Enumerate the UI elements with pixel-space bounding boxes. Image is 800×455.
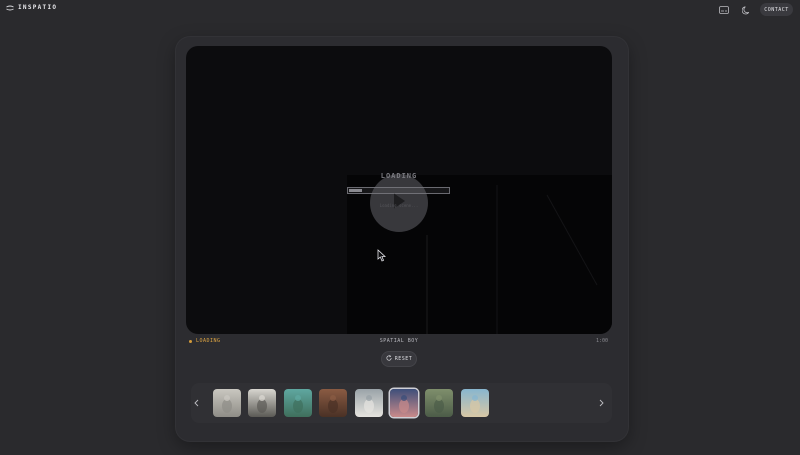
loading-subtitle: Loading scene...	[379, 203, 419, 208]
reset-icon	[386, 355, 392, 363]
contact-button[interactable]: CONTACT	[760, 3, 793, 16]
video-player[interactable]: LOADING Loading scene...	[186, 46, 612, 334]
scene-thumbnail[interactable]	[355, 389, 383, 417]
reset-button[interactable]: RESET	[382, 352, 416, 366]
time-code: 1:00	[595, 338, 608, 344]
brand[interactable]: INSPATIO	[6, 4, 57, 11]
mouse-cursor-icon	[377, 247, 387, 266]
scene-thumbnail[interactable]	[461, 389, 489, 417]
subtitles-icon[interactable]	[718, 4, 730, 16]
reset-label: RESET	[394, 356, 413, 362]
scene-thumbnail[interactable]	[284, 389, 312, 417]
scene-thumbnail[interactable]	[425, 389, 453, 417]
status-row: LOADING SPATIAL BOY 1:00	[186, 338, 612, 346]
moon-icon[interactable]	[740, 4, 752, 16]
logo-icon	[6, 5, 14, 11]
top-bar: INSPATIO CONTACT	[0, 0, 800, 20]
scene-thumbnail[interactable]	[319, 389, 347, 417]
scene-thumbnail[interactable]	[213, 389, 241, 417]
scene-title: SPATIAL BOY	[379, 338, 419, 344]
chevron-left-icon[interactable]	[192, 396, 200, 410]
chevron-right-icon[interactable]	[597, 396, 605, 410]
loading-progress-fill	[349, 189, 362, 192]
scene-thumbnail[interactable]	[390, 389, 418, 417]
brand-name: INSPATIO	[18, 4, 58, 11]
scene-thumbnail[interactable]	[248, 389, 276, 417]
